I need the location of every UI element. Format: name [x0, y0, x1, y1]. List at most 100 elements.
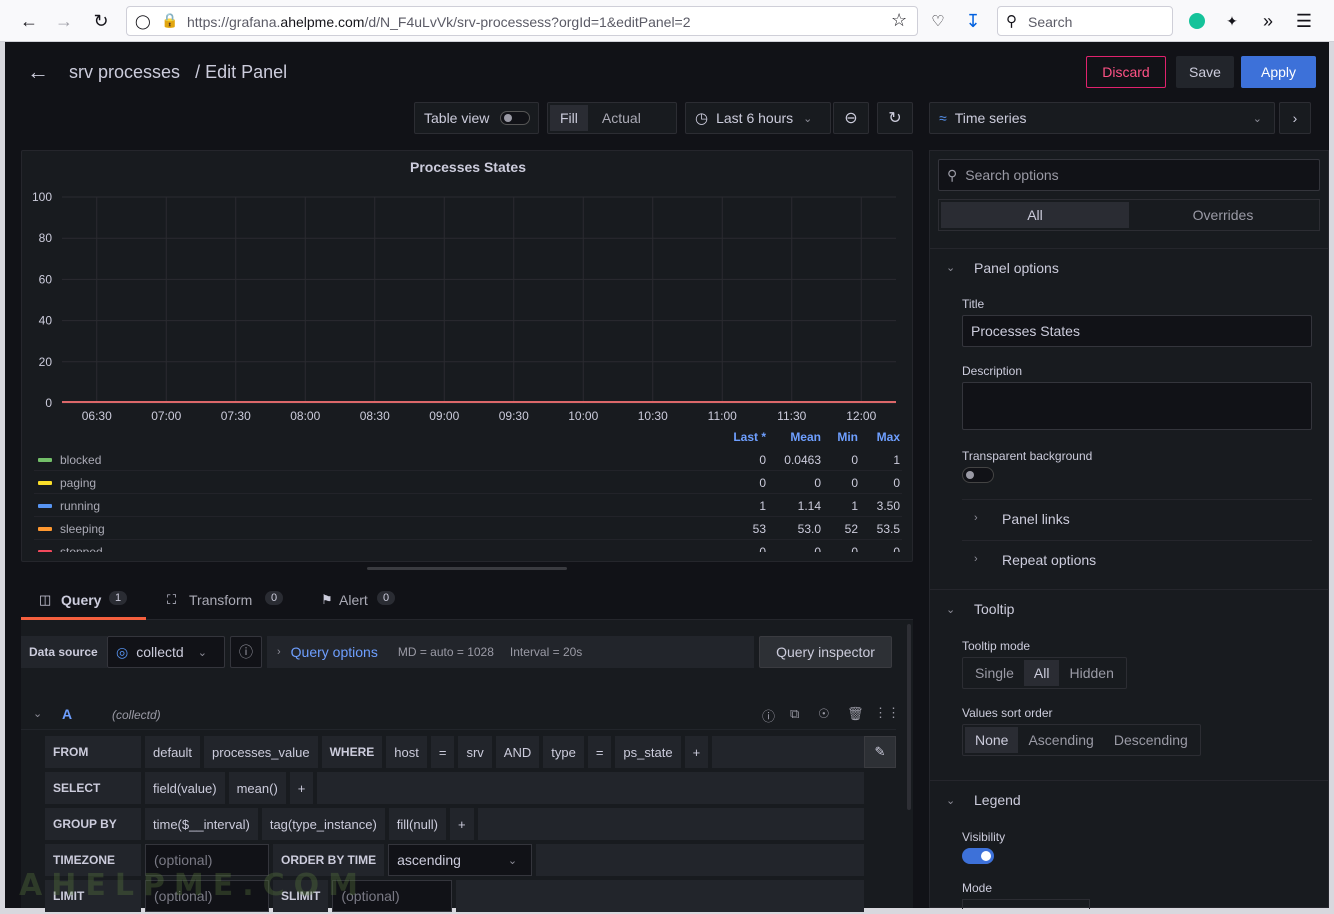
zoom-out-icon[interactable]: ⊖	[833, 102, 869, 134]
sort-ascending[interactable]: Ascending	[1018, 727, 1103, 753]
chevron-down-icon[interactable]: ⌄	[946, 261, 955, 274]
legend-row[interactable]: stopped 0 0 0 0	[34, 540, 902, 552]
legend-header-min[interactable]: Min	[837, 430, 858, 444]
chevron-right-icon[interactable]: ›	[974, 512, 978, 524]
data-source-picker[interactable]: ◎ collectd ⌄	[107, 636, 225, 668]
resize-handle[interactable]	[367, 567, 567, 570]
where-and[interactable]: AND	[495, 736, 540, 768]
collapse-options-icon[interactable]: ›	[1279, 102, 1311, 134]
legend-row[interactable]: paging 0 0 0 0	[34, 471, 902, 494]
browser-search-input[interactable]: ⚲ Search	[997, 6, 1173, 36]
where-value[interactable]: srv	[458, 736, 492, 768]
query-scrollbar[interactable]	[907, 624, 911, 810]
help-icon[interactable]: ⓘ	[762, 706, 775, 725]
chevron-down-icon[interactable]: ⌄	[946, 603, 955, 616]
legend-swatch[interactable]	[38, 504, 52, 508]
where-operator-2[interactable]: =	[587, 736, 612, 768]
tooltip-hidden[interactable]: Hidden	[1059, 660, 1123, 686]
legend-series-name[interactable]: sleeping	[60, 522, 105, 536]
download-icon[interactable]: ↧	[960, 8, 986, 34]
query-ref-id[interactable]: A	[62, 706, 72, 722]
panel-links-header[interactable]: Panel links	[1002, 511, 1070, 527]
tab-alert[interactable]: ⚑ Alert 0	[317, 582, 417, 620]
duplicate-icon[interactable]: ⧉	[790, 706, 799, 722]
visualization-picker[interactable]: ≈ Time series ⌄	[929, 102, 1275, 134]
query-row-header[interactable]: ⌄ A (collectd) ⓘ ⧉ ☉ 🗑 ⋮⋮	[21, 700, 900, 730]
where-key[interactable]: host	[386, 736, 427, 768]
legend-header-max[interactable]: Max	[877, 430, 900, 444]
discard-button[interactable]: Discard	[1086, 56, 1166, 88]
table-view-toggle[interactable]: Table view	[414, 102, 539, 134]
tab-transform[interactable]: ⛶ Transform 0	[161, 582, 291, 620]
groupby-fill[interactable]: fill(null)	[388, 808, 446, 840]
dashboard-title[interactable]: srv processes	[69, 62, 180, 82]
legend-row[interactable]: sleeping 53 53.0 52 53.5	[34, 517, 902, 540]
menu-icon[interactable]: ☰	[1291, 8, 1317, 34]
sort-descending[interactable]: Descending	[1104, 727, 1198, 753]
eye-icon[interactable]: ☉	[818, 706, 830, 722]
overflow-icon[interactable]: »	[1255, 8, 1281, 34]
address-bar[interactable]: ◯ 🔒 https://grafana.ahelpme.com/d/N_F4uL…	[126, 6, 918, 36]
chevron-right-icon[interactable]: ›	[974, 553, 978, 565]
legend-header-mean[interactable]: Mean	[790, 430, 821, 444]
scope-all[interactable]: All	[941, 202, 1129, 228]
add-select-button[interactable]: +	[289, 772, 314, 804]
legend-series-name[interactable]: running	[60, 499, 100, 513]
pocket-icon[interactable]: ♡	[925, 8, 951, 34]
actual-option[interactable]: Actual	[588, 110, 655, 126]
where-value-2[interactable]: ps_state	[615, 736, 681, 768]
drag-handle-icon[interactable]: ⋮⋮	[874, 705, 900, 721]
chevron-down-icon[interactable]: ⌄	[946, 794, 955, 807]
panel-options-header[interactable]: Panel options	[974, 260, 1059, 276]
tooltip-header[interactable]: Tooltip	[974, 601, 1014, 617]
mode-radio[interactable]	[962, 899, 1090, 909]
shield-icon[interactable]: ◯	[135, 13, 151, 30]
extension-icon[interactable]: ✦	[1219, 8, 1245, 34]
order-select[interactable]: ascending ⌄	[388, 844, 533, 876]
legend-header-section[interactable]: Legend	[974, 792, 1021, 808]
forward-icon[interactable]: →	[51, 8, 77, 34]
reload-icon[interactable]: ↻	[88, 8, 114, 34]
refresh-icon[interactable]: ↻	[877, 102, 913, 134]
tooltip-mode-radio[interactable]: Single All Hidden	[962, 657, 1127, 689]
groupby-time[interactable]: time($__interval)	[145, 808, 258, 840]
legend-swatch[interactable]	[38, 550, 52, 552]
grammarly-icon[interactable]	[1184, 8, 1210, 34]
add-groupby-button[interactable]: +	[449, 808, 474, 840]
from-policy[interactable]: default	[145, 736, 201, 768]
sort-none[interactable]: None	[965, 727, 1019, 753]
add-where-button[interactable]: +	[684, 736, 709, 768]
legend-series-name[interactable]: blocked	[60, 453, 101, 467]
repeat-options-header[interactable]: Repeat options	[1002, 552, 1096, 568]
options-scope-radio[interactable]: All Overrides	[938, 199, 1320, 231]
where-key-2[interactable]: type	[543, 736, 584, 768]
where-operator[interactable]: =	[430, 736, 455, 768]
title-input[interactable]: Processes States	[962, 315, 1312, 347]
lock-icon[interactable]: 🔒	[161, 12, 178, 29]
save-button[interactable]: Save	[1176, 56, 1234, 88]
query-options[interactable]: › Query options MD = auto = 1028 Interva…	[267, 636, 754, 668]
legend-row[interactable]: blocked 0 0.0463 0 1	[34, 448, 902, 471]
chart-canvas[interactable]: 100 80 60 40 20 0 06:30 07:00 07:30 08:00 08:30 09:…	[22, 181, 914, 426]
legend-series-name[interactable]: stopped	[60, 545, 103, 552]
legend-series-name[interactable]: paging	[60, 476, 96, 490]
search-options-input[interactable]: ⚲ Search options	[938, 159, 1320, 191]
table-view-switch[interactable]	[500, 111, 530, 125]
tab-query[interactable]: ◫ Query 1	[21, 582, 146, 620]
pencil-icon[interactable]: ✎	[864, 736, 896, 768]
scope-overrides[interactable]: Overrides	[1129, 202, 1317, 228]
description-textarea[interactable]	[962, 382, 1312, 430]
legend-swatch[interactable]	[38, 458, 52, 462]
bookmark-star-icon[interactable]: ☆	[891, 10, 907, 31]
trash-icon[interactable]: 🗑	[847, 706, 864, 722]
groupby-tag[interactable]: tag(type_instance)	[261, 808, 385, 840]
select-aggregation[interactable]: mean()	[228, 772, 286, 804]
legend-swatch[interactable]	[38, 481, 52, 485]
tooltip-single[interactable]: Single	[965, 660, 1024, 686]
time-range-picker[interactable]: ◷ Last 6 hours ⌄	[685, 102, 831, 134]
back-icon[interactable]: ←	[16, 8, 42, 34]
collapse-chevron-icon[interactable]: ⌄	[33, 707, 42, 720]
from-measurement[interactable]: processes_value	[204, 736, 318, 768]
tooltip-all[interactable]: All	[1023, 660, 1060, 686]
legend-row[interactable]: running 1 1.14 1 3.50	[34, 494, 902, 517]
